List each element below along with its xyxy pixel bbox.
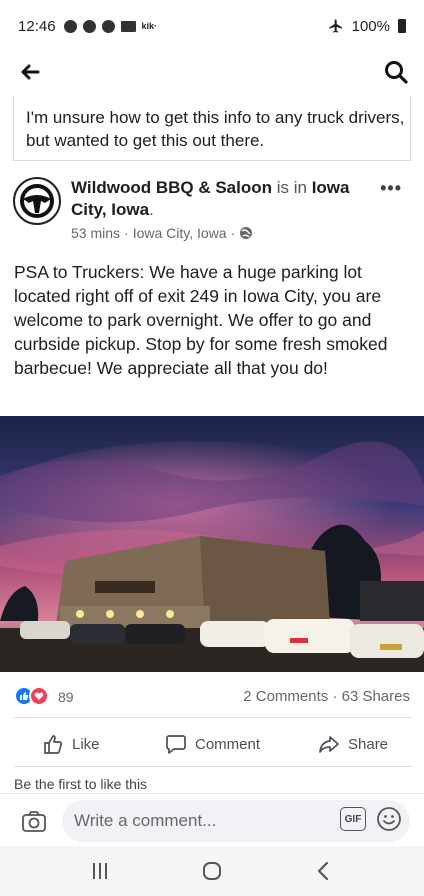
facebook-notification-icon xyxy=(63,19,77,33)
system-navigation-bar xyxy=(0,846,424,896)
thumbs-up-icon xyxy=(44,735,63,754)
engagement-separator: · xyxy=(332,688,342,705)
recent-apps-icon[interactable] xyxy=(88,860,112,882)
engagement-summary: 2 Comments · 63 Shares xyxy=(243,688,410,705)
post-body: PSA to Truckers: We have a huge parking … xyxy=(14,262,388,378)
share-button[interactable]: Share xyxy=(318,722,388,766)
battery-icon xyxy=(398,19,406,33)
globe-icon xyxy=(240,227,253,239)
camera-icon[interactable] xyxy=(20,808,48,836)
airplane-mode-icon xyxy=(328,19,342,33)
love-reaction-icon xyxy=(29,686,49,706)
post-header: Wildwood BBQ & Saloon is in Iowa City, I… xyxy=(0,160,424,250)
meta-separator-2: · xyxy=(230,225,236,241)
status-bar: 12:46 kik· 100% xyxy=(0,0,424,52)
actions-top-divider xyxy=(14,717,412,718)
gif-icon[interactable]: GIF xyxy=(340,807,366,831)
emoji-icon[interactable] xyxy=(376,806,402,832)
post-title-line: Wildwood BBQ & Saloon is in Iowa City, I… xyxy=(71,178,350,219)
share-caption: I'm unsure how to get this info to any t… xyxy=(13,96,411,160)
like-button[interactable]: Like xyxy=(42,722,100,766)
post-meta: 53 mins · Iowa City, Iowa · xyxy=(71,225,253,241)
reactions-row: 89 2 Comments · 63 Shares xyxy=(0,678,424,718)
app-notification-icon xyxy=(82,19,96,33)
restaurant-sunset-photo xyxy=(0,416,424,672)
mail-notification-icon xyxy=(120,20,136,32)
notification-icons: kik· xyxy=(63,19,158,33)
comment-label: Comment xyxy=(195,735,261,753)
home-icon[interactable] xyxy=(201,860,223,882)
more-options-icon[interactable]: ••• xyxy=(380,178,402,199)
meta-separator: · xyxy=(124,225,129,241)
actions-bottom-divider xyxy=(14,766,412,767)
comments-count[interactable]: 2 Comments xyxy=(243,688,328,705)
page-name-link[interactable]: Wildwood BBQ & Saloon xyxy=(71,178,272,197)
status-time: 12:46 xyxy=(18,17,56,35)
post-location[interactable]: Iowa City, Iowa xyxy=(133,225,227,241)
battery-percent: 100% xyxy=(351,17,390,35)
comment-composer: Write a comment... GIF xyxy=(0,793,424,849)
reaction-count[interactable]: 89 xyxy=(58,689,74,705)
post-actions: Like Comment Share xyxy=(0,722,424,766)
share-arrow-icon xyxy=(319,736,339,753)
reaction-icons[interactable] xyxy=(14,686,49,706)
top-nav-bar xyxy=(0,52,424,92)
comment-button[interactable]: Comment xyxy=(165,722,260,766)
share-label: Share xyxy=(348,735,389,753)
system-status: 100% xyxy=(328,18,406,35)
is-in-text: is in xyxy=(276,178,307,197)
back-arrow-icon[interactable] xyxy=(16,58,44,86)
first-like-prompt: Be the first to like this xyxy=(14,776,148,792)
page-avatar[interactable] xyxy=(13,177,61,225)
shares-count[interactable]: 63 Shares xyxy=(342,688,410,705)
app-notification-icon-2 xyxy=(101,19,115,33)
search-icon[interactable] xyxy=(382,58,410,86)
comment-bubble-icon xyxy=(166,735,186,754)
post-photo[interactable] xyxy=(0,416,424,672)
like-label: Like xyxy=(72,735,100,753)
kik-notification-icon: kik· xyxy=(141,21,158,31)
post-time[interactable]: 53 mins xyxy=(71,225,120,241)
system-back-icon[interactable] xyxy=(312,859,334,883)
steering-wheel-logo-icon xyxy=(17,181,57,221)
